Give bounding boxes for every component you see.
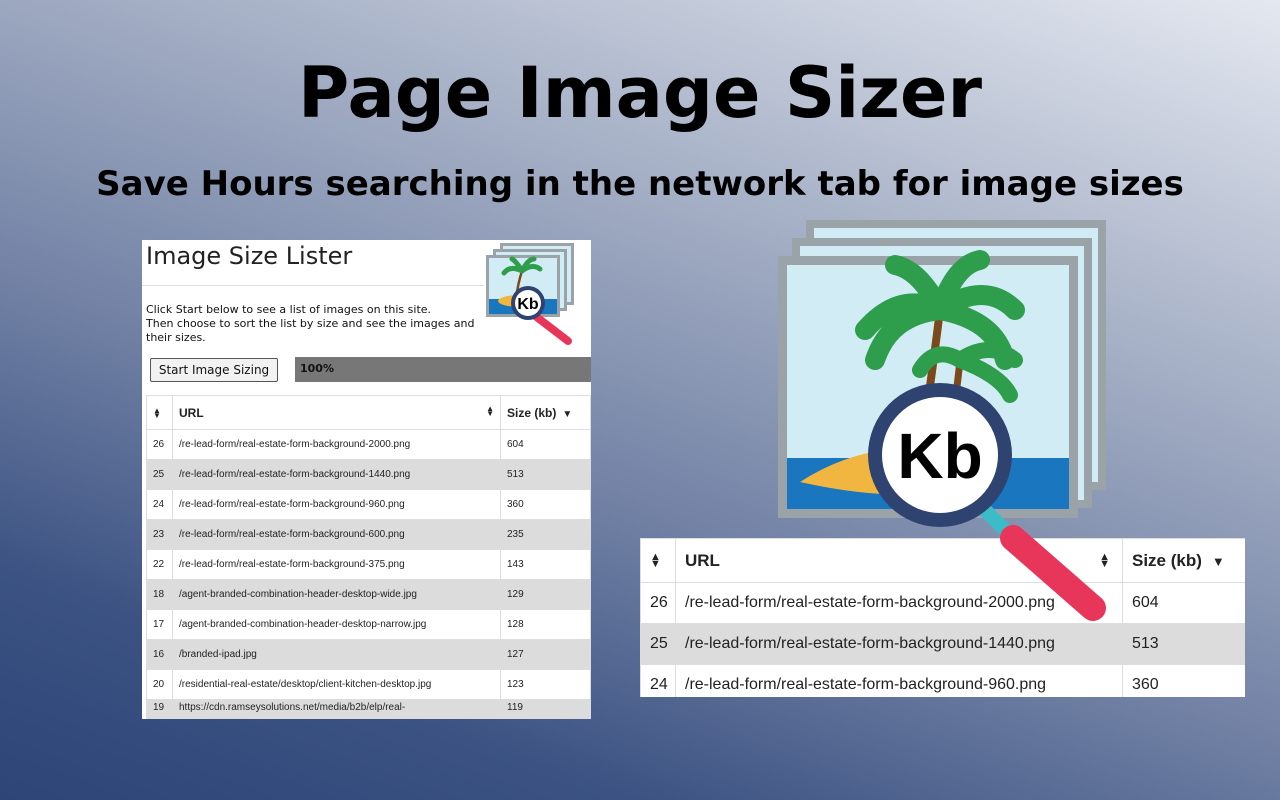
column-header-index[interactable]: ▲ ▼: [640, 538, 676, 583]
row-index: 20: [146, 669, 173, 700]
sort-icon: ▲ ▼: [153, 406, 161, 421]
row-url: /branded-ipad.jpg: [172, 639, 501, 670]
row-index: 24: [640, 664, 676, 697]
table-row: 26/re-lead-form/real-estate-form-backgro…: [146, 429, 591, 460]
start-image-sizing-button[interactable]: Start Image Sizing: [150, 358, 278, 382]
row-size: 604: [1122, 582, 1245, 624]
table-row: 18/agent-branded-combination-header-desk…: [146, 579, 591, 610]
column-header-url[interactable]: URL ▲ ▼: [172, 395, 501, 430]
progress-label: 100%: [300, 362, 334, 375]
sort-icon: ▲ ▼: [486, 404, 494, 418]
description-line: their sizes.: [146, 331, 206, 344]
table-row: 24/re-lead-form/real-estate-form-backgro…: [146, 489, 591, 520]
row-size: 119: [500, 699, 591, 719]
row-index: 26: [146, 429, 173, 460]
column-header-index[interactable]: ▲ ▼: [146, 395, 173, 430]
divider: [142, 285, 484, 286]
table-row: 25/re-lead-form/real-estate-form-backgro…: [146, 459, 591, 490]
row-index: 25: [146, 459, 173, 490]
table-row: 20/residential-real-estate/desktop/clien…: [146, 669, 591, 700]
row-url: /re-lead-form/real-estate-form-backgroun…: [675, 664, 1123, 697]
row-url: /re-lead-form/real-estate-form-backgroun…: [172, 459, 501, 490]
row-index: 24: [146, 489, 173, 520]
row-index: 19: [146, 699, 173, 719]
row-size: 129: [500, 579, 591, 610]
table-row: 26/re-lead-form/real-estate-form-backgro…: [640, 582, 1245, 624]
row-url: /re-lead-form/real-estate-form-backgroun…: [172, 429, 501, 460]
row-url: /re-lead-form/real-estate-form-backgroun…: [172, 519, 501, 550]
description-line: Click Start below to see a list of image…: [146, 303, 432, 316]
row-url: /agent-branded-combination-header-deskto…: [172, 609, 501, 640]
row-index: 17: [146, 609, 173, 640]
row-size: 235: [500, 519, 591, 550]
table-row: 17/agent-branded-combination-header-desk…: [146, 609, 591, 640]
table-row: 25/re-lead-form/real-estate-form-backgro…: [640, 623, 1245, 665]
sort-descending-icon: ▼: [1211, 553, 1225, 569]
hero-subtitle: Save Hours searching in the network tab …: [96, 164, 1184, 204]
extension-logo-icon: Kb: [486, 243, 574, 345]
logo-text: Kb: [517, 296, 539, 313]
hero-title: Page Image Sizer: [298, 52, 982, 134]
popup-description: Click Start below to see a list of image…: [146, 303, 475, 345]
row-index: 23: [146, 519, 173, 550]
row-size: 360: [500, 489, 591, 520]
row-index: 22: [146, 549, 173, 580]
zoomed-table-panel: ▲ ▼ URL ▲ ▼ Size (kb) ▼ 26/re-lead-form/real…: [640, 538, 1245, 697]
row-size: 513: [500, 459, 591, 490]
row-size: 604: [500, 429, 591, 460]
row-url: /re-lead-form/real-estate-form-backgroun…: [172, 489, 501, 520]
row-index: 18: [146, 579, 173, 610]
row-index: 16: [146, 639, 173, 670]
row-size: 143: [500, 549, 591, 580]
row-index: 26: [640, 582, 676, 624]
description-line: Then choose to sort the list by size and…: [146, 317, 475, 330]
column-header-size[interactable]: Size (kb) ▼: [500, 395, 591, 430]
row-url: /residential-real-estate/desktop/client-…: [172, 669, 501, 700]
extension-popup: Image Size Lister Click Start below to s…: [142, 240, 591, 719]
table-row: 24/re-lead-form/real-estate-form-backgro…: [640, 664, 1245, 697]
row-size: 513: [1122, 623, 1245, 665]
row-url: /re-lead-form/real-estate-form-backgroun…: [172, 549, 501, 580]
image-table: ▲ ▼ URL ▲ ▼ Size (kb) ▼ 26/re-lead-form/real…: [146, 395, 591, 719]
row-size: 128: [500, 609, 591, 640]
progress-fill: [295, 357, 591, 382]
zoomed-image-table: ▲ ▼ URL ▲ ▼ Size (kb) ▼ 26/re-lead-form/real…: [640, 538, 1245, 697]
row-size: 360: [1122, 664, 1245, 697]
table-row: 23/re-lead-form/real-estate-form-backgro…: [146, 519, 591, 550]
table-row: 19 https://cdn.ramseysolutions.net/media/…: [146, 699, 591, 719]
column-header-size[interactable]: Size (kb) ▼: [1122, 538, 1245, 583]
table-row: 16/branded-ipad.jpg 127: [146, 639, 591, 670]
row-url: https://cdn.ramseysolutions.net/media/b2…: [172, 699, 501, 719]
row-index: 25: [640, 623, 676, 665]
row-size: 123: [500, 669, 591, 700]
popup-title: Image Size Lister: [146, 242, 353, 270]
sort-descending-icon: ▼: [562, 408, 573, 420]
magnifier-handle-icon: [1000, 525, 1106, 621]
table-row: 22/re-lead-form/real-estate-form-backgro…: [146, 549, 591, 580]
sort-icon: ▲ ▼: [650, 551, 661, 571]
row-url: /agent-branded-combination-header-deskto…: [172, 579, 501, 610]
progress-bar: 100%: [295, 357, 591, 382]
logo-text: Kb: [897, 420, 982, 492]
row-size: 127: [500, 639, 591, 670]
